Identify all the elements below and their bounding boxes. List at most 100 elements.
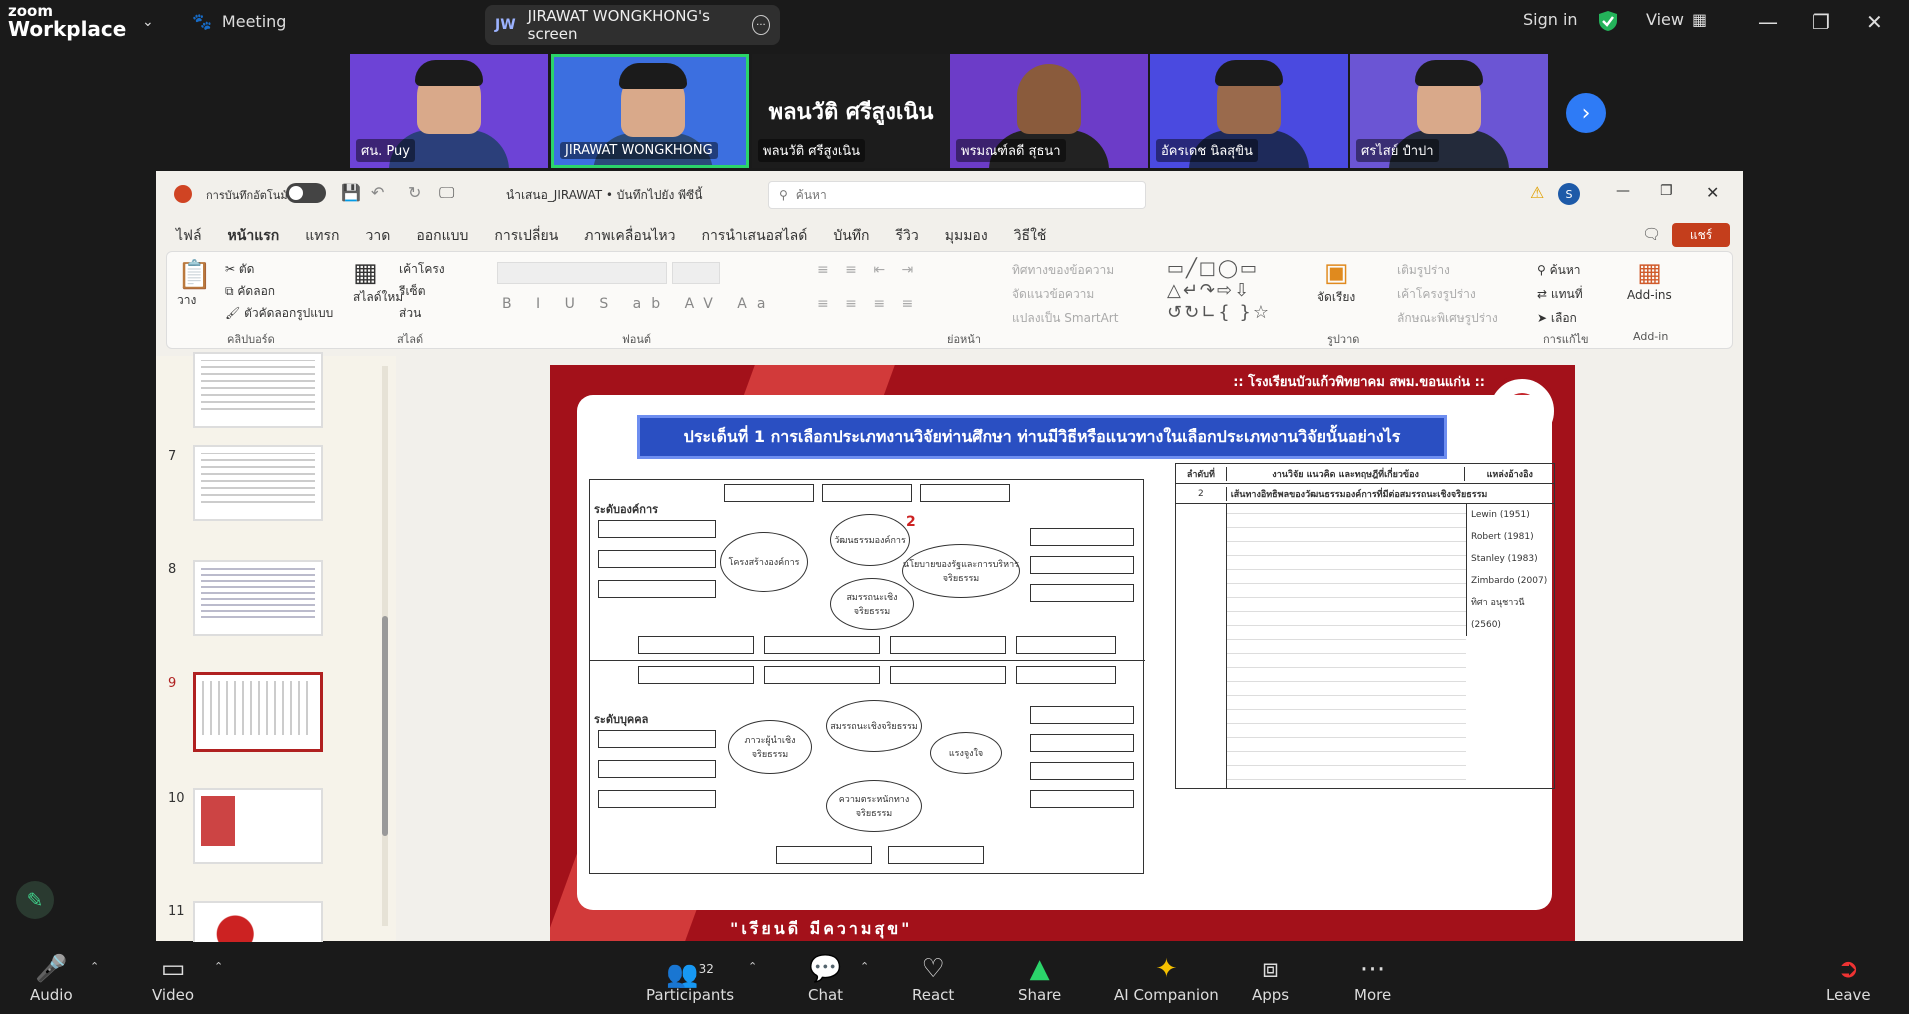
leave-button[interactable]: ➲ Leave [1826, 952, 1871, 1004]
ppt-close-icon[interactable]: ✕ [1706, 183, 1719, 202]
tab-home[interactable]: หน้าแรก [227, 225, 280, 253]
view-button[interactable]: View ▦ [1646, 10, 1707, 29]
slide-thumbnail[interactable] [193, 788, 323, 864]
participants-button[interactable]: 👥32 Participants [646, 952, 734, 1004]
format-painter-button[interactable]: 🖌 ตัวคัดลอกรูปแบบ [225, 302, 333, 324]
restore-icon[interactable]: ❐ [1812, 10, 1830, 34]
slide-thumbnail-selected[interactable] [193, 672, 323, 752]
undo-icon[interactable]: ↶ [371, 183, 384, 202]
participant-tile[interactable]: ศรไสย์ ปำปา [1350, 54, 1548, 168]
ai-companion-button[interactable]: ✦ AI Companion [1114, 952, 1219, 1004]
participant-tile[interactable]: JIRAWAT WONGKHONG [551, 54, 749, 168]
meeting-menu[interactable]: 🐾 Meeting [192, 12, 286, 31]
font-format-buttons[interactable]: B I U S ab AV Aa [502, 296, 775, 312]
participant-tile[interactable]: ศน. Puy [350, 54, 548, 168]
video-button[interactable]: ▭ Video [152, 952, 194, 1004]
comments-icon[interactable]: 🗨 [1642, 225, 1661, 243]
slide-thumbnail[interactable] [193, 560, 323, 636]
shape-outline-button[interactable]: เค้าโครงรูปร่าง [1397, 282, 1498, 306]
apps-button[interactable]: ⧈ Apps [1252, 952, 1289, 1004]
tab-review[interactable]: รีวิว [896, 225, 919, 253]
layout-button[interactable]: เค้าโครง [399, 258, 445, 280]
align-text-button[interactable]: จัดแนวข้อความ [1012, 282, 1118, 306]
shape-effects-button[interactable]: ลักษณะพิเศษรูปร่าง [1397, 306, 1498, 330]
chat-options-icon[interactable]: ⌃ [860, 960, 869, 973]
addins-button[interactable]: ▦ Add-ins [1627, 258, 1672, 302]
audio-button[interactable]: 🎤 Audio [30, 952, 73, 1004]
tab-view[interactable]: มุมมอง [945, 225, 988, 253]
tab-transitions[interactable]: การเปลี่ยน [494, 225, 558, 253]
leave-label: Leave [1826, 986, 1871, 1004]
tab-draw[interactable]: วาด [365, 225, 390, 253]
share-button[interactable]: แชร์ [1672, 223, 1730, 247]
participants-options-icon[interactable]: ⌃ [748, 960, 757, 973]
diagram-box [1030, 762, 1134, 780]
font-name-box[interactable] [497, 262, 667, 284]
find-button[interactable]: ⚲ ค้นหา [1537, 258, 1583, 282]
redo-icon[interactable]: ↻ [408, 183, 421, 202]
sign-in-button[interactable]: Sign in [1523, 10, 1578, 29]
tab-help[interactable]: วิธีใช้ [1014, 225, 1047, 253]
slide-number: 11 [168, 904, 185, 919]
close-icon[interactable]: ✕ [1866, 10, 1883, 34]
warning-icon[interactable]: ⚠ [1530, 183, 1544, 202]
tab-insert[interactable]: แทรก [305, 225, 339, 253]
video-options-icon[interactable]: ⌃ [214, 960, 223, 973]
slide-thumbnail[interactable] [193, 445, 323, 521]
chat-button[interactable]: 💬 Chat [808, 952, 843, 1004]
new-slide-button[interactable]: ▦ สไลด์ใหม่ [353, 258, 403, 307]
slide-canvas[interactable]: :: โรงเรียนบัวแก้วพิทยาคม สพม.ขอนแก่น ::… [550, 365, 1575, 941]
arrange-button[interactable]: ▣ จัดเรียง [1317, 258, 1355, 307]
file-name[interactable]: นำเสนอ_JIRAWAT • บันทึกไปยัง พีซีนี้ [506, 186, 702, 205]
tab-design[interactable]: ออกแบบ [416, 225, 468, 253]
annotate-button[interactable]: ✎ [16, 881, 54, 919]
chevron-down-icon[interactable]: ⌄ [142, 14, 154, 30]
replace-button[interactable]: ⇄ แทนที่ [1537, 282, 1583, 306]
search-box[interactable]: ⚲ ค้นหา [768, 181, 1146, 209]
tab-record[interactable]: บันทึก [833, 225, 869, 253]
autosave-toggle[interactable] [286, 183, 326, 203]
paste-button[interactable]: 📋 วาง [177, 258, 212, 310]
audio-options-icon[interactable]: ⌃ [90, 960, 99, 973]
tab-slideshow[interactable]: การนำเสนอสไลด์ [701, 225, 807, 253]
view-label: View [1646, 10, 1684, 29]
ppt-restore-icon[interactable]: ❐ [1660, 183, 1673, 199]
arrange-label: จัดเรียง [1317, 290, 1356, 304]
more-button[interactable]: ⋯ More [1354, 952, 1391, 1004]
participant-tile[interactable]: อัครเดช นิลสุขิน [1150, 54, 1348, 168]
share-icon: ▲ [1029, 954, 1050, 984]
present-icon[interactable]: 🖵 [439, 183, 454, 203]
ppt-minimize-icon[interactable]: — [1616, 183, 1630, 199]
shield-icon[interactable] [1597, 10, 1619, 32]
font-size-box[interactable] [672, 262, 720, 284]
shape-fill-button[interactable]: เติมรูปร่าง [1397, 258, 1498, 282]
smartart-button[interactable]: แปลงเป็น SmartArt [1012, 306, 1118, 330]
diagram-node: ความตระหนักทางจริยธรรม [826, 780, 922, 832]
list-buttons[interactable]: ≡ ≡ ⇤ ⇥ [817, 262, 919, 278]
align-buttons[interactable]: ≡ ≡ ≡ ≡ [817, 296, 919, 312]
next-page-button[interactable]: › [1566, 93, 1606, 133]
text-direction-button[interactable]: ทิศทางของข้อความ [1012, 258, 1118, 282]
replace-icon: ⇄ [1537, 287, 1548, 301]
select-button[interactable]: ➤ เลือก [1537, 306, 1583, 330]
save-icon[interactable]: 💾 [341, 183, 361, 202]
screen-share-pill[interactable]: JW JIRAWAT WONGKHONG's screen ··· [485, 5, 780, 45]
minimize-icon[interactable]: — [1758, 10, 1778, 34]
new-slide-icon: ▦ [353, 258, 378, 288]
avatar[interactable]: S [1558, 183, 1580, 205]
more-options-icon[interactable]: ··· [751, 15, 770, 35]
cut-button[interactable]: ✂ ตัด [225, 258, 333, 280]
reset-button[interactable]: รีเซ็ต [399, 280, 445, 302]
shapes-gallery[interactable]: ▭╱□◯▭ △↵↷⇨⇩ ↺↻∟{ }☆ [1167, 258, 1271, 324]
slide-thumbnail[interactable] [193, 352, 323, 428]
react-button[interactable]: ♡ React [912, 952, 954, 1004]
section-button[interactable]: ส่วน [399, 302, 445, 324]
tab-animations[interactable]: ภาพเคลื่อนไหว [584, 225, 675, 253]
participant-tile[interactable]: พลนวัติ ศรีสูงเนิน พลนวัติ ศรีสูงเนิน [752, 54, 950, 168]
participant-tile[interactable]: พรมณฑ์ลดี สุธนา [950, 54, 1148, 168]
slide-sorter: 7 8 9 10 11 [156, 352, 396, 977]
copy-button[interactable]: ⧉ คัดลอก [225, 280, 333, 302]
scrollbar[interactable] [382, 366, 388, 926]
tab-file[interactable]: ไฟล์ [176, 225, 202, 253]
share-screen-button[interactable]: ▲ Share [1018, 952, 1061, 1004]
